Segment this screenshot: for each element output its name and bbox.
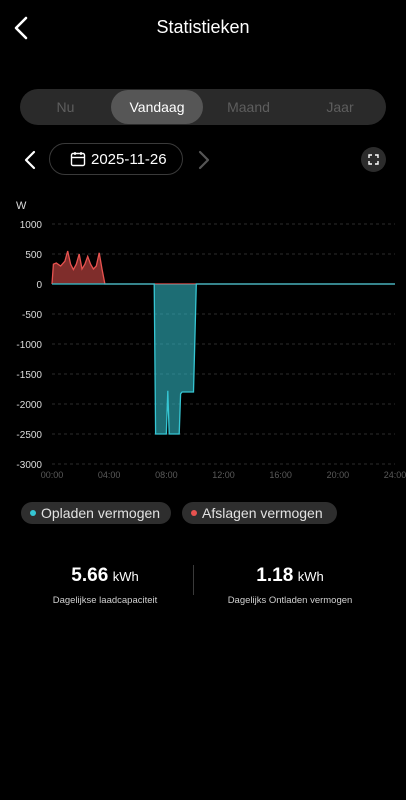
y-tick-label: 0	[36, 280, 42, 291]
legend-item-discharge[interactable]: Afslagen vermogen	[182, 502, 337, 524]
series-area-opladen-vermogen	[52, 284, 395, 434]
y-tick-label: 500	[25, 250, 42, 261]
tab-year[interactable]: Jaar	[294, 89, 386, 125]
header: Statistieken	[0, 0, 406, 56]
y-tick-label: -3000	[16, 460, 42, 471]
date-navigator: 2025-11-26	[0, 143, 406, 177]
date-picker-button[interactable]: 2025-11-26	[49, 143, 183, 175]
y-tick-label: -2000	[16, 400, 42, 411]
expand-icon	[368, 154, 379, 165]
x-tick-label: 12:00	[212, 470, 235, 480]
y-tick-label: -500	[22, 310, 42, 321]
tab-today[interactable]: Vandaag	[111, 90, 203, 124]
y-tick-label: -1000	[16, 340, 42, 351]
calendar-icon	[70, 152, 86, 167]
stat-charge: 5.66 kWh Dagelijkse laadcapaciteit	[0, 565, 210, 606]
series-line-opladen-vermogen	[52, 283, 395, 435]
page-title: Statistieken	[156, 17, 250, 37]
stat-charge-unit: kWh	[112, 569, 139, 584]
x-tick-label: 04:00	[98, 470, 121, 480]
stat-discharge-caption: Dagelijks Ontladen vermogen	[227, 595, 353, 606]
x-tick-label: 24:00	[384, 470, 406, 480]
y-tick-label: -1500	[16, 370, 42, 381]
stat-discharge-unit: kWh	[297, 569, 324, 584]
stat-discharge: 1.18 kWh Dagelijks Ontladen vermogen	[190, 565, 390, 606]
fullscreen-button[interactable]	[361, 147, 386, 172]
tab-month[interactable]: Maand	[203, 89, 294, 125]
y-tick-label: -2500	[16, 430, 42, 441]
x-tick-label: 08:00	[155, 470, 178, 480]
chevron-right-icon[interactable]	[194, 149, 214, 171]
series-line-afslagen-vermogen	[51, 250, 395, 285]
stat-charge-caption: Dagelijkse laadcapaciteit	[52, 595, 158, 606]
period-tabs: Nu Vandaag Maand Jaar	[20, 89, 386, 125]
power-chart: W 1000 500 0 -500 -1000 -1500 -2000 -2500 -300000…	[16, 200, 406, 480]
legend-label: Opladen vermogen	[41, 505, 161, 521]
legend-item-charge[interactable]: Opladen vermogen	[21, 502, 171, 524]
stat-discharge-value: 1.18	[256, 565, 294, 586]
y-unit-label: W	[16, 200, 27, 212]
x-tick-label: 16:00	[269, 470, 292, 480]
x-tick-label: 00:00	[41, 470, 64, 480]
legend-dot	[191, 510, 197, 516]
stat-charge-value: 5.66	[71, 565, 109, 586]
legend-dot	[30, 510, 36, 516]
chevron-left-icon[interactable]	[20, 149, 40, 171]
date-label: 2025-11-26	[91, 151, 167, 168]
y-tick-label: 1000	[20, 220, 43, 231]
x-tick-label: 20:00	[327, 470, 350, 480]
legend-label: Afslagen vermogen	[202, 505, 323, 521]
tab-now[interactable]: Nu	[20, 89, 111, 125]
